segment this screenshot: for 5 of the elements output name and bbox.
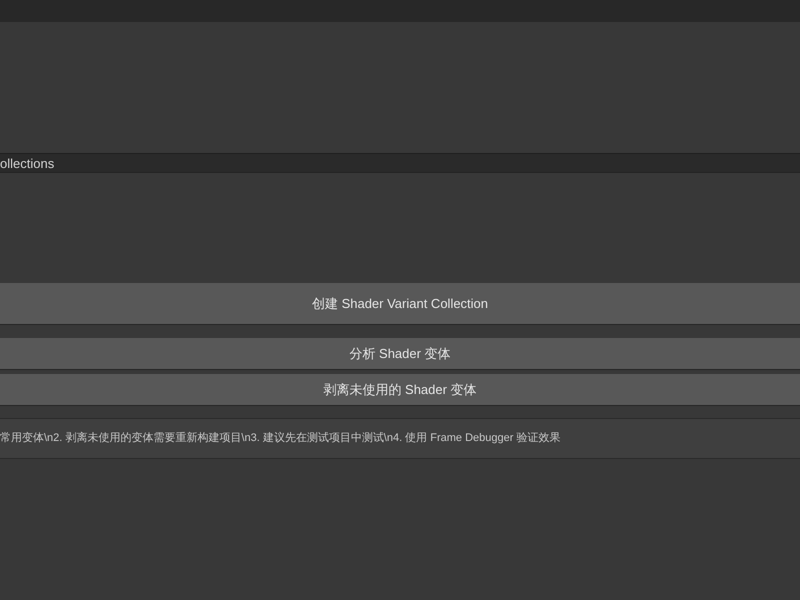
- action-button[interactable]: 剥离未使用的 Shader 变体: [0, 374, 800, 406]
- section-header: ollections: [0, 156, 54, 170]
- help-text: 常用变体\n2. 剥离未使用的变体需要重新构建项目\n3. 建议先在测试项目中测试\n4. 使用 Frame Debugger 验证效果: [0, 430, 560, 446]
- action-button[interactable]: 分析 Shader 变体: [0, 338, 800, 370]
- create-collection-button[interactable]: 创建 Shader Variant Collection: [0, 283, 800, 325]
